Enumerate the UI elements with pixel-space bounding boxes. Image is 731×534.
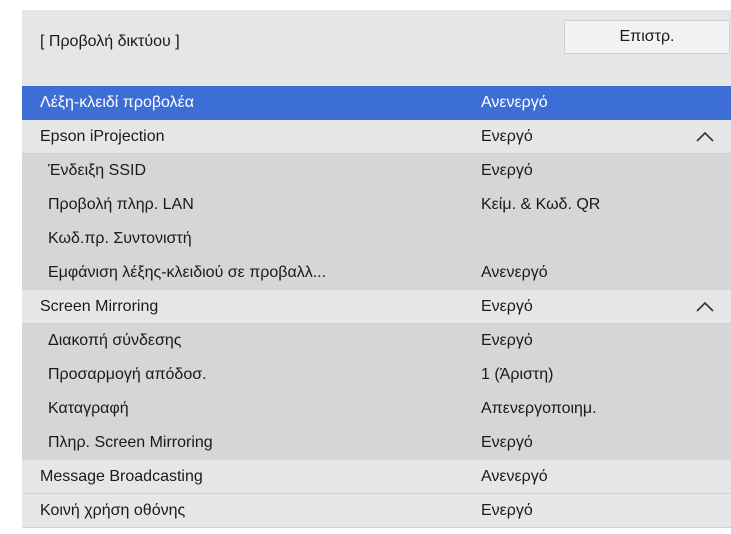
menu-row-message-broadcasting[interactable]: Message Broadcasting Ανενεργό: [22, 460, 731, 494]
menu-row-label: Προσαρμογή απόδοσ.: [48, 366, 207, 383]
menu-row-projector-keyword[interactable]: Λέξη-κλειδί προβολέα Ανενεργό: [22, 86, 731, 120]
menu-row-display-keyword-on-image[interactable]: Εμφάνιση λέξης-κλειδιού σε προβαλλ... Αν…: [22, 256, 731, 290]
menu-row-screen-mirroring[interactable]: Screen Mirroring Ενεργό: [22, 290, 731, 324]
chevron-up-icon[interactable]: [696, 301, 714, 313]
menu-header: [ Προβολή δικτύου ] Επιστρ.: [22, 10, 731, 85]
menu-row-value: Ενεργό: [481, 298, 533, 315]
menu-row-lan-info-display[interactable]: Προβολή πληρ. LAN Κείμ. & Κωδ. QR: [22, 188, 731, 222]
menu-row-value: Ανενεργό: [481, 468, 548, 485]
menu-row-value: Ενεργό: [481, 502, 533, 519]
menu-row-label: Διακοπή σύνδεσης: [48, 332, 182, 349]
menu-row-label: Ένδειξη SSID: [48, 162, 146, 179]
menu-row-label: Προβολή πληρ. LAN: [48, 196, 194, 213]
menu-row-label: Epson iProjection: [40, 128, 165, 145]
menu-row-epson-iprojection[interactable]: Epson iProjection Ενεργό: [22, 120, 731, 154]
menu-row-value: Ανενεργό: [481, 264, 548, 281]
menu-row-label: Εμφάνιση λέξης-κλειδιού σε προβαλλ...: [48, 264, 327, 281]
menu-row-screen-sharing[interactable]: Κοινή χρήση οθόνης Ενεργό: [22, 494, 731, 528]
menu-row-value: Ενεργό: [481, 162, 533, 179]
menu-row-value: Απενεργοποιημ.: [481, 400, 597, 417]
back-button[interactable]: Επιστρ.: [564, 20, 730, 54]
menu-row-label: Λέξη-κλειδί προβολέα: [40, 94, 195, 111]
network-projection-menu: [ Προβολή δικτύου ] Επιστρ. Λέξη-κλειδί …: [22, 10, 731, 528]
menu-row-moderator-password[interactable]: Κωδ.πρ. Συντονιστή: [22, 222, 731, 256]
menu-row-value: Ενεργό: [481, 434, 533, 451]
menu-row-value: Ενεργό: [481, 332, 533, 349]
menu-row-label: Screen Mirroring: [40, 298, 159, 315]
menu-row-label: Κωδ.πρ. Συντονιστή: [48, 230, 192, 247]
menu-row-adjust-performance[interactable]: Προσαρμογή απόδοσ. 1 (Άριστη): [22, 358, 731, 392]
menu-row-value: Κείμ. & Κωδ. QR: [481, 196, 601, 213]
menu-row-value: 1 (Άριστη): [481, 366, 554, 383]
chevron-up-icon[interactable]: [696, 131, 714, 143]
menu-row-label: Καταγραφή: [48, 400, 129, 417]
menu-row-label: Κοινή χρήση οθόνης: [40, 502, 186, 519]
menu-row-logging[interactable]: Καταγραφή Απενεργοποιημ.: [22, 392, 731, 426]
menu-row-value: Ανενεργό: [481, 94, 548, 111]
page-title: [ Προβολή δικτύου ]: [40, 33, 180, 50]
menu-row-screen-mirroring-info[interactable]: Πληρ. Screen Mirroring Ενεργό: [22, 426, 731, 460]
menu-row-interrupt-connection[interactable]: Διακοπή σύνδεσης Ενεργό: [22, 324, 731, 358]
menu-row-label: Πληρ. Screen Mirroring: [48, 434, 213, 451]
settings-list: Λέξη-κλειδί προβολέα Ανενεργό Epson iPro…: [22, 86, 731, 528]
menu-row-value: Ενεργό: [481, 128, 533, 145]
menu-row-label: Message Broadcasting: [40, 468, 203, 485]
menu-row-ssid-display[interactable]: Ένδειξη SSID Ενεργό: [22, 154, 731, 188]
